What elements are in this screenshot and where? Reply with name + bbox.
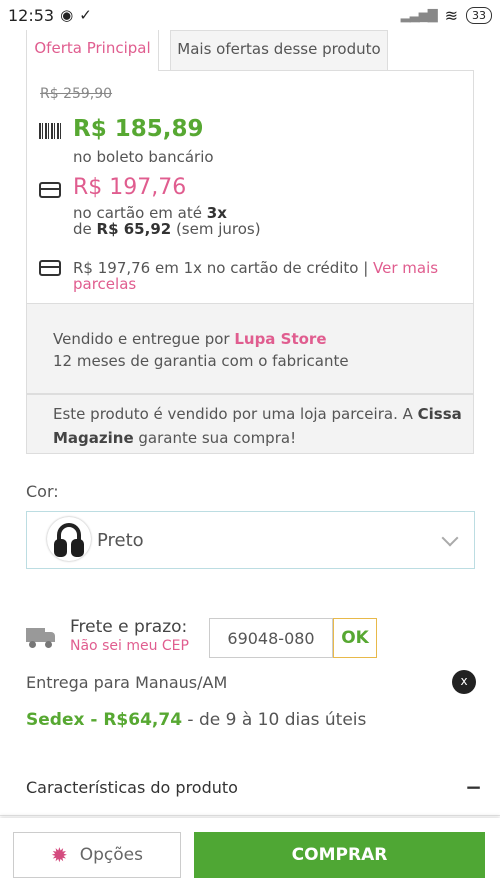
shipping-label: Frete e prazo: (70, 617, 188, 637)
installment-value-line: de R$ 65,92 (sem juros) (73, 220, 261, 238)
chevron-down-icon (441, 529, 459, 547)
seller-name-link[interactable]: Lupa Store (234, 330, 326, 348)
warranty-text: 12 meses de garantia com o fabricante (53, 352, 349, 370)
credit-card-icon (39, 260, 61, 276)
partner-notice: Este produto é vendido por uma loja parc… (26, 394, 474, 454)
cep-ok-button[interactable]: OK (333, 618, 377, 658)
shipping-option: Sedex - R$64,74 - de 9 à 10 dias úteis (26, 710, 367, 730)
battery-indicator: 33 (466, 6, 492, 24)
bottom-action-bar: ✹ Opções COMPRAR (0, 818, 500, 889)
close-icon[interactable]: x (452, 670, 476, 694)
cep-input[interactable] (209, 618, 333, 658)
signal-icon: ▂▃▅▇ (400, 7, 438, 23)
unknown-cep-link[interactable]: Não sei meu CEP (70, 638, 189, 654)
download-done-icon: ✓ (79, 6, 92, 24)
delivery-location: Entrega para Manaus/AM (26, 673, 228, 692)
color-select[interactable]: Preto (26, 511, 475, 569)
old-price: R$ 259,90 (40, 86, 113, 102)
price-box: R$ 259,90 R$ 185,89 no boleto bancário R… (26, 70, 474, 304)
tab-main-offer[interactable]: Oferta Principal (26, 30, 159, 71)
barcode-icon (39, 123, 62, 139)
buy-button[interactable]: COMPRAR (194, 832, 485, 878)
tab-more-offers[interactable]: Mais ofertas desse produto (170, 30, 388, 71)
seller-info: Vendido e entregue por Lupa Store 12 mes… (26, 304, 474, 394)
single-payment-line: R$ 197,76 em 1x no cartão de crédito | V… (73, 259, 439, 293)
headphone-thumbnail (47, 517, 91, 561)
boleto-price: R$ 185,89 (73, 116, 204, 142)
wifi-icon: ≋ (444, 5, 458, 25)
boleto-label: no boleto bancário (73, 148, 214, 166)
color-label: Cor: (26, 482, 59, 501)
product-characteristics-header[interactable]: Características do produto − (0, 766, 500, 816)
notification-icon: ◉ (60, 6, 74, 24)
characteristics-label: Características do produto (26, 778, 238, 797)
truck-icon (26, 628, 56, 648)
offer-tabs: Oferta Principal Mais ofertas desse prod… (26, 30, 474, 71)
status-time: 12:53 (8, 5, 55, 25)
collapse-icon[interactable]: − (465, 775, 482, 799)
credit-card-icon (39, 182, 61, 198)
selected-color: Preto (97, 530, 144, 551)
gear-icon: ✹ (50, 843, 68, 867)
status-bar: 12:53 ◉ ✓ ▂▃▅▇ ≋ 33 (0, 0, 500, 30)
card-price: R$ 197,76 (73, 175, 187, 200)
options-button[interactable]: ✹ Opções (13, 832, 181, 878)
